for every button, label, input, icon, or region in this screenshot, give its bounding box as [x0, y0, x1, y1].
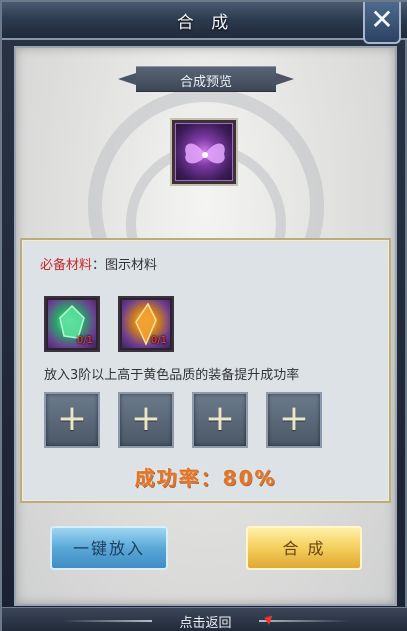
- dialog-frame: 合 成 ✕ 合成预览 必备材料：图示材料 0/1 0/1 放入3阶以上高于黄色品…: [0, 0, 407, 631]
- preview-label: 合成预览: [179, 75, 232, 90]
- plus-icon: +: [278, 398, 310, 439]
- material-count: 0/1: [76, 335, 93, 346]
- success-rate: 成功率：80%: [134, 466, 277, 490]
- green-crystal-icon: 0/1: [48, 300, 96, 348]
- title-bar: 合 成: [2, 2, 407, 40]
- plus-icon: +: [56, 398, 88, 439]
- material-slot-1[interactable]: 0/1: [44, 296, 100, 352]
- orange-crystal-icon: 0/1: [122, 300, 170, 348]
- purple-butterfly-icon: [175, 123, 233, 181]
- combine-button[interactable]: 合 成: [246, 526, 362, 570]
- preview-item-slot[interactable]: [170, 118, 238, 186]
- close-icon: ✕: [370, 3, 394, 36]
- equipment-slot-1[interactable]: +: [44, 392, 100, 448]
- back-bar[interactable]: 点击返回: [2, 607, 407, 631]
- equipment-slot-3[interactable]: +: [192, 392, 248, 448]
- required-materials-line: 必备材料：图示材料: [40, 254, 157, 273]
- upgrade-hint-text: 放入3阶以上高于黄色品质的装备提升成功率: [44, 368, 300, 383]
- equipment-slot-2[interactable]: +: [118, 392, 174, 448]
- material-slot-2[interactable]: 0/1: [118, 296, 174, 352]
- label-separator: ：: [92, 258, 106, 273]
- preview-banner: 合成预览: [136, 66, 276, 92]
- plus-icon: +: [204, 398, 236, 439]
- materials-section: 必备材料：图示材料 0/1 0/1 放入3阶以上高于黄色品质的装备提升成功率 +…: [20, 238, 391, 503]
- material-count: 0/1: [150, 335, 167, 346]
- close-button[interactable]: ✕: [363, 2, 401, 44]
- back-label: 点击返回: [179, 616, 232, 631]
- required-materials-label: 必备材料: [40, 258, 93, 273]
- plus-icon: +: [130, 398, 162, 439]
- equipment-slot-4[interactable]: +: [266, 392, 322, 448]
- one-click-add-button[interactable]: 一键放入: [50, 526, 168, 570]
- required-materials-value: 图示材料: [105, 258, 158, 273]
- dialog-title: 合 成: [176, 13, 235, 33]
- combine-panel: 合成预览 必备材料：图示材料 0/1 0/1 放入3阶以上高于黄色品质的装备提升…: [14, 46, 397, 606]
